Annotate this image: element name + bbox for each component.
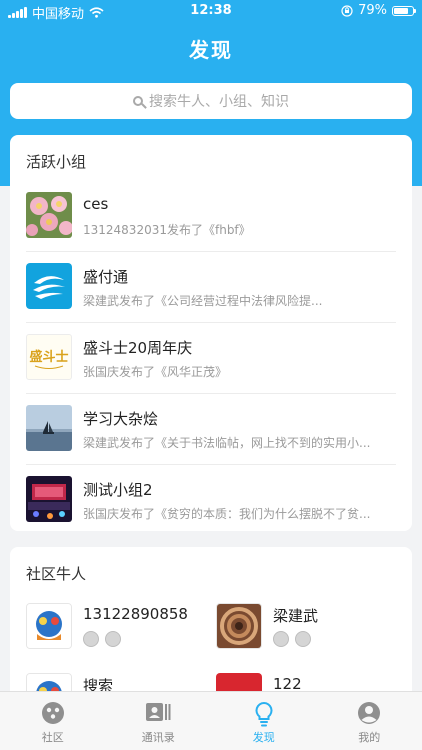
group-item[interactable]: ces 13124832031发布了《fhbf》: [26, 181, 396, 252]
tab-contacts[interactable]: 通讯录: [106, 692, 212, 750]
group-name: 盛斗士20周年庆: [83, 339, 193, 357]
tab-community[interactable]: 社区: [0, 692, 106, 750]
search-placeholder: 搜索牛人、小组、知识: [149, 94, 289, 110]
tab-profile[interactable]: 我的: [317, 692, 422, 750]
battery-percent: 79%: [358, 3, 387, 18]
community-icon: [41, 702, 64, 724]
status-bar: 中国移动 12:38 79%: [0, 0, 422, 22]
profile-icon: [358, 702, 381, 724]
badge-icon: [105, 631, 121, 647]
group-thumbnail: [26, 476, 72, 522]
page-title: 发现: [189, 38, 233, 62]
tab-label: 发现: [252, 731, 275, 744]
rotation-lock-icon: [341, 4, 353, 17]
search-bar[interactable]: 搜索牛人、小组、知识: [10, 83, 412, 119]
group-activity: 张国庆发布了《风华正茂》: [83, 365, 228, 379]
group-thumbnail: 盛斗士: [26, 334, 72, 380]
group-name: 测试小组2: [83, 481, 153, 499]
tab-label: 通讯录: [141, 731, 175, 744]
avatar: [216, 603, 262, 649]
tab-bar: 社区 通讯录 发现 我的: [0, 691, 422, 750]
group-item[interactable]: 测试小组2 张国庆发布了《贫穷的本质：我们为什么摆脱不了贫...: [26, 465, 396, 531]
community-experts-card: 社区牛人 13122890858 梁建武 搜索 122: [10, 547, 412, 707]
group-name: 盛付通: [83, 268, 129, 286]
group-activity: 张国庆发布了《贫穷的本质：我们为什么摆脱不了贫...: [83, 507, 371, 521]
expert-name: 13122890858: [83, 605, 188, 623]
group-thumbnail: [26, 405, 72, 451]
section-title: 活跃小组: [26, 153, 87, 171]
section-title: 社区牛人: [26, 565, 87, 583]
group-activity: 13124832031发布了《fhbf》: [83, 223, 251, 237]
battery-icon: [392, 5, 416, 16]
discover-icon: [255, 701, 273, 727]
badge-icon: [83, 631, 99, 647]
expert-item[interactable]: 13122890858: [26, 603, 206, 663]
group-item[interactable]: 盛斗士 盛斗士20周年庆 张国庆发布了《风华正茂》: [26, 323, 396, 394]
contacts-icon: [146, 703, 171, 721]
badge-icon: [273, 631, 289, 647]
group-activity: 梁建武发布了《关于书法临帖，网上找不到的实用小...: [83, 436, 371, 450]
tab-discover[interactable]: 发现: [211, 692, 317, 750]
avatar: [26, 603, 72, 649]
expert-name: 梁建武: [273, 607, 319, 625]
group-activity: 梁建武发布了《公司经营过程中法律风险提...: [83, 294, 323, 308]
group-thumbnail: [26, 192, 72, 238]
battery-level: [394, 7, 409, 14]
group-item[interactable]: 盛付通 梁建武发布了《公司经营过程中法律风险提...: [26, 252, 396, 323]
tab-label: 社区: [41, 731, 64, 744]
expert-item[interactable]: 梁建武: [216, 603, 396, 663]
group-item[interactable]: 学习大杂烩 梁建武发布了《关于书法临帖，网上找不到的实用小...: [26, 394, 396, 465]
badge-icon: [295, 631, 311, 647]
active-groups-card: 活跃小组 ces 13124832031发布了《fhbf》 盛付通 梁建武发布了…: [10, 135, 412, 531]
tab-label: 我的: [358, 731, 381, 744]
group-name: ces: [83, 195, 109, 213]
group-thumbnail: [26, 263, 72, 309]
svg-text:盛斗士: 盛斗士: [29, 349, 68, 365]
group-name: 学习大杂烩: [83, 410, 159, 428]
search-icon: [133, 96, 143, 106]
